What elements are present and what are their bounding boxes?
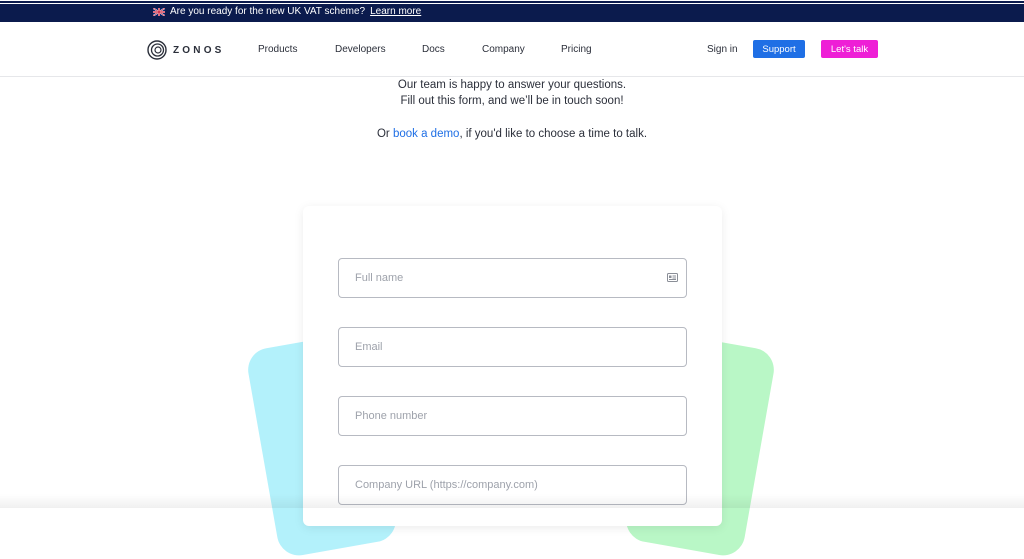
nav-company[interactable]: Company — [482, 44, 525, 55]
nav-developers[interactable]: Developers — [335, 44, 386, 55]
nav-products[interactable]: Products — [258, 44, 297, 55]
announcement-content: Are you ready for the new UK VAT scheme?… — [153, 6, 421, 17]
email-field[interactable]: Email — [338, 327, 687, 367]
intro-prefix: Or — [376, 128, 393, 140]
uk-flag-icon — [153, 7, 165, 16]
phone-field[interactable]: Phone number — [338, 396, 687, 436]
intro-line-1: Our team is happy to answer your questio… — [397, 79, 627, 91]
bottom-fade — [0, 494, 1024, 508]
contact-card-icon[interactable] — [667, 273, 678, 282]
book-demo-link[interactable]: book a demo — [393, 128, 460, 140]
lets-talk-button[interactable]: Let's talk — [821, 40, 878, 58]
intro-suffix: , if you'd like to choose a time to talk… — [459, 128, 648, 140]
nav-docs[interactable]: Docs — [422, 44, 445, 55]
intro-line-2: Fill out this form, and we’ll be in touc… — [400, 95, 624, 107]
full-name-field[interactable]: Full name — [338, 258, 687, 298]
zonos-logo[interactable]: ZONOS — [147, 40, 225, 60]
announcement-text: Are you ready for the new UK VAT scheme? — [170, 6, 366, 17]
zonos-logo-icon — [147, 40, 167, 60]
sign-in-link[interactable]: Sign in — [707, 44, 738, 55]
company-url-placeholder: Company URL (https://company.com) — [355, 479, 538, 491]
announcement-divider — [0, 3, 1024, 4]
logo-text: ZONOS — [173, 44, 225, 56]
contact-form-card: Full name Email Phone number Company URL… — [303, 206, 722, 526]
nav-pricing[interactable]: Pricing — [561, 44, 592, 55]
announcement-bar: Are you ready for the new UK VAT scheme?… — [0, 0, 1024, 22]
intro-line-3: Or book a demo, if you'd like to choose … — [0, 128, 1024, 140]
full-name-placeholder: Full name — [355, 272, 404, 284]
support-button[interactable]: Support — [753, 40, 805, 58]
learn-more-link[interactable]: Learn more — [370, 6, 421, 17]
top-nav: ZONOS Products Developers Docs Company P… — [0, 22, 1024, 77]
phone-placeholder: Phone number — [355, 410, 428, 422]
email-placeholder: Email — [355, 341, 383, 353]
